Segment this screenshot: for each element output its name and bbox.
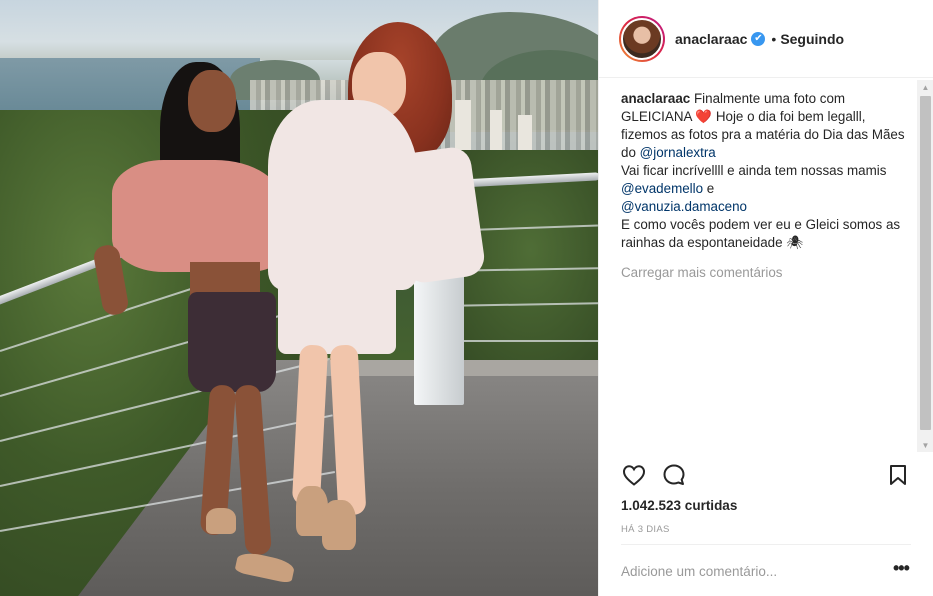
photo-person-right-shorts	[278, 280, 396, 354]
post-header: anaclaraac ✔ • Seguindo	[599, 0, 933, 78]
caption-part: E como vocês podem ver eu e Gleici somos…	[621, 217, 901, 250]
photo-person-right-shoe	[322, 500, 356, 550]
header-separator: •	[771, 30, 777, 47]
more-options-icon[interactable]: •••	[893, 559, 910, 577]
photo-person-left-skirt	[188, 292, 276, 392]
verified-badge-icon: ✔	[751, 31, 766, 46]
post-side-panel: anaclaraac ✔ • Seguindo anaclaraac Final…	[598, 0, 933, 596]
photo-person-left-blouse	[112, 160, 284, 272]
comments-scrollbar[interactable]: ▲ ▼	[917, 80, 933, 452]
photo-building	[490, 110, 502, 150]
comments-list: anaclaraac Finalmente uma foto com GLEIC…	[621, 90, 909, 450]
photo-person-left-shoe	[206, 508, 236, 534]
mention-link[interactable]: @evademello	[621, 181, 703, 196]
comment-bubble-icon[interactable]	[661, 462, 687, 488]
scroll-down-arrow-icon[interactable]: ▼	[917, 438, 933, 452]
add-comment-input[interactable]	[621, 560, 871, 582]
caption-part: Vai ficar incrívellll e ainda tem nossas…	[621, 163, 887, 178]
scroll-up-arrow-icon[interactable]: ▲	[917, 80, 933, 94]
load-more-comments-link[interactable]: Carregar mais comentários	[621, 264, 909, 282]
caption-text: anaclaraac Finalmente uma foto com GLEIC…	[621, 90, 909, 252]
caption-emoji: ❤️	[695, 109, 713, 124]
mention-link[interactable]: @jornalextra	[640, 145, 716, 160]
avatar-image	[621, 17, 663, 60]
bookmark-icon[interactable]	[885, 462, 911, 488]
photo-building	[455, 100, 471, 150]
comment-divider	[621, 544, 911, 545]
post-actions	[621, 462, 911, 492]
post-photo[interactable]	[0, 0, 598, 596]
following-button[interactable]: Seguindo	[780, 31, 844, 47]
likes-count[interactable]: 1.042.523 curtidas	[621, 498, 737, 513]
profile-username[interactable]: anaclaraac	[675, 31, 747, 47]
mention-link[interactable]: @vanuzia.damaceno	[621, 199, 747, 214]
caption-emoji: 🕷	[786, 235, 804, 250]
profile-avatar[interactable]	[619, 15, 665, 62]
heart-icon[interactable]	[621, 462, 647, 488]
photo-person-left-face	[188, 70, 236, 132]
scroll-thumb[interactable]	[920, 96, 931, 430]
photo-building	[518, 115, 532, 150]
caption-part: e	[703, 181, 715, 196]
post-timestamp[interactable]: HÁ 3 DIAS	[621, 524, 670, 535]
caption-username[interactable]: anaclaraac	[621, 91, 690, 106]
